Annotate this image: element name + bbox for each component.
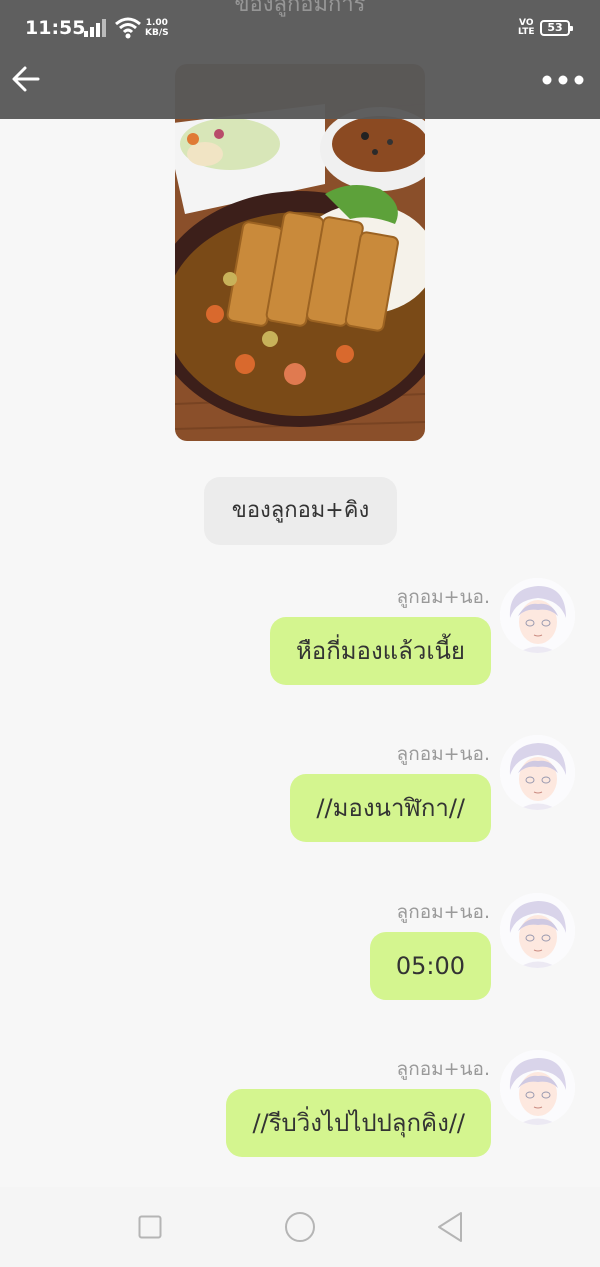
more-dots-icon[interactable] [540, 70, 586, 90]
status-time: 11:55 [25, 17, 86, 39]
message-bubble[interactable]: //มองนาฬิกา// [290, 774, 491, 842]
top-bar: ของลูกอมการ 11:55 1.00 KB/S VO LTE 53 [0, 0, 600, 119]
avatar[interactable] [500, 1050, 575, 1125]
system-nav-bar [0, 1187, 600, 1267]
avatar[interactable] [500, 735, 575, 810]
sender-name: ลูกอม+นอ. [396, 586, 490, 608]
signal-icon [84, 19, 106, 37]
avatar[interactable] [500, 893, 575, 968]
network-speed: 1.00 KB/S [145, 18, 169, 38]
chat-message: ลูกอม+นอ. 05:00 [0, 893, 600, 1013]
chat-message: ลูกอม+นอ. //มองนาฬิกา// [0, 735, 600, 855]
message-bubble[interactable]: 05:00 [369, 932, 491, 1000]
sender-name: ลูกอม+นอ. [396, 1058, 490, 1080]
sender-name: ลูกอม+นอ. [396, 743, 490, 765]
volte-indicator: VO LTE [518, 18, 535, 37]
square-icon[interactable] [138, 1215, 162, 1239]
header-peek-text: ของลูกอมการ [234, 0, 366, 17]
chat-message: ลูกอม+นอ. หือกี่มองแล้วเนี้ย [0, 578, 600, 698]
battery-indicator: 53 [540, 20, 573, 36]
shared-food-image[interactable] [175, 64, 425, 441]
circle-icon[interactable] [284, 1211, 316, 1243]
chat-message: ลูกอม+นอ. //รีบวิ่งไปไปปลุกคิง// [0, 1050, 600, 1170]
message-bubble[interactable]: //รีบวิ่งไปไปปลุกคิง// [226, 1089, 491, 1157]
arrow-left-icon[interactable] [10, 62, 42, 96]
wifi-icon [115, 17, 141, 39]
message-bubble[interactable]: หือกี่มองแล้วเนี้ย [269, 617, 491, 685]
sender-name: ลูกอม+นอ. [396, 901, 490, 923]
avatar[interactable] [500, 578, 575, 653]
narration-note: ของลูกอม+คิง [204, 477, 397, 545]
triangle-back-icon[interactable] [436, 1211, 464, 1243]
